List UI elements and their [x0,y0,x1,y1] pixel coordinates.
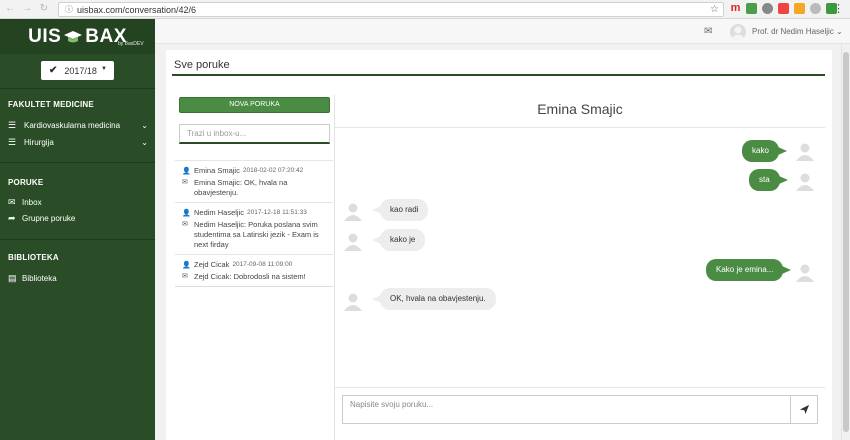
logo-left-text: UIS [28,25,62,47]
conversation-name: Nedim Haseljic [194,208,245,217]
logo[interactable]: UIS BAX by BaxDEV [0,19,155,54]
user-menu[interactable]: Prof. dr Nedim Haseljic ⌄ [752,27,843,36]
conversation-preview: Nedim Haseljic: Poruka poslana svim stud… [194,220,319,249]
sidebar-item-label: Inbox [22,198,42,207]
message-bubble-received: kako je [371,229,426,251]
academic-year-select[interactable]: ✔ 2017/18 ▼ [41,61,114,80]
send-button[interactable] [791,395,818,424]
sidebar-divider [0,162,155,163]
conversation-item[interactable]: 👤 Emina Smajic 2018-02-02 07:20:42 ✉ Emi… [175,160,333,202]
book-icon: ▤ [8,273,17,283]
extension-gray-icon[interactable] [810,3,821,14]
messages-icon[interactable]: ✉ [704,26,712,37]
user-icon: 👤 [182,167,191,175]
graduation-cap-icon [64,30,83,42]
conversation-time: 2018-02-02 07:20:42 [242,167,304,174]
sidebar-item-label: Hirurgija [24,138,54,147]
avatar [344,293,362,311]
sidebar-divider [0,88,155,89]
forward-icon[interactable]: → [20,2,34,16]
section-title-poruke: PORUKE [8,178,44,187]
avatar [344,233,362,251]
user-icon: 👤 [182,261,191,269]
sidebar-item-kardiovaskularna[interactable]: ☰ Kardiovaskularna medicina ⌄ [8,120,148,131]
address-bar[interactable]: ⓘ uisbax.com/conversation/42/6 ☆ [58,2,724,17]
url-text: uisbax.com/conversation/42/6 [77,4,197,15]
user-name: Prof. dr Nedim Haseljic [752,27,834,36]
message-bubble-sent: kako [742,140,787,162]
sidebar-item-label: Biblioteka [22,274,57,283]
message-bubble-received: kao radi [371,199,429,221]
extension-m-icon[interactable]: m [730,3,741,14]
title-underline [172,74,825,76]
scrollbar-thumb[interactable] [843,52,849,432]
user-icon: 👤 [182,209,191,217]
conversation-item[interactable]: 👤 Nedim Haseljic 2017-12-18 11:51:33 ✉ N… [175,202,333,254]
message-bubble-received: OK, hvala na obavjestenju. [372,288,496,310]
logo-subtitle: by BaxDEV [118,41,144,47]
conversation-name: Emina Smajic [194,166,240,175]
extension-orange-icon[interactable] [794,3,805,14]
compose-divider [335,387,825,388]
back-icon[interactable]: ← [3,2,17,16]
conversation-name: Zejd Cicak [194,260,230,269]
sidebar: UIS BAX by BaxDEV ✔ 2017/18 ▼ FAKULTET M… [0,19,155,440]
conversation-list: 👤 Emina Smajic 2018-02-02 07:20:42 ✉ Emi… [175,160,333,287]
avatar [344,203,362,221]
avatar [796,264,814,282]
conversation-preview: Emina Smajic: OK, hvala na obavjestenju. [194,178,288,197]
academic-year-value: 2017/18 [64,65,97,76]
sidebar-divider [0,239,155,240]
share-icon: ➦ [8,213,16,223]
page-title: Sve poruke [174,59,230,71]
conversation-preview: Zejd Cicak: Dobrodosli na sistem! [194,272,306,281]
message-bubble-sent: sta [749,169,788,191]
inbox-search-input[interactable] [179,124,330,144]
page-scrollbar[interactable] [841,44,850,440]
extension-red-icon[interactable] [778,3,789,14]
envelope-icon: ✉ [8,197,16,207]
column-divider [334,95,335,440]
sidebar-item-label: Kardiovaskularna medicina [24,121,121,130]
envelope-icon: ✉ [182,273,188,280]
chevron-down-icon: ⌄ [141,138,148,147]
caret-down-icon: ▼ [101,66,107,72]
chat-header-divider [335,127,825,128]
sidebar-item-biblioteka[interactable]: ▤ Biblioteka [8,273,148,284]
avatar [796,173,814,191]
chat-contact-name: Emina Smajic [537,101,623,117]
bookmark-star-icon[interactable]: ☆ [710,4,719,15]
check-icon: ✔ [49,65,58,76]
send-icon [799,404,809,415]
envelope-icon: ✉ [182,179,188,186]
browser-toolbar: ← → ↻ ⓘ uisbax.com/conversation/42/6 ☆ m… [0,0,850,19]
conversation-time: 2017-09-08 11:09:00 [232,261,293,268]
user-avatar[interactable] [730,24,746,40]
message-bubble-sent: Kako je emina... [706,259,792,281]
list-icon: ☰ [8,120,17,130]
message-compose-input[interactable] [342,395,791,424]
reload-icon[interactable]: ↻ [37,2,51,16]
page-info-icon[interactable]: ⓘ [65,4,73,15]
list-icon: ☰ [8,137,17,147]
section-title-faculty: FAKULTET MEDICINE [8,100,94,109]
browser-menu-icon[interactable]: ⋮ [833,3,844,15]
sidebar-item-grupne-poruke[interactable]: ➦ Grupne poruke [8,213,148,224]
extension-leaf-icon[interactable] [746,3,757,14]
top-header: ✉ Prof. dr Nedim Haseljic ⌄ [155,19,850,44]
sidebar-item-inbox[interactable]: ✉ Inbox [8,197,148,208]
sidebar-item-hirurgija[interactable]: ☰ Hirurgija ⌄ [8,137,148,148]
chevron-down-icon: ⌄ [141,121,148,130]
sidebar-item-label: Grupne poruke [22,214,76,223]
section-title-biblioteka: BIBLIOTEKA [8,253,59,262]
conversation-time: 2017-12-18 11:51:33 [247,209,307,216]
envelope-icon: ✉ [182,221,188,228]
new-message-button[interactable]: NOVA PORUKA [179,97,330,113]
extension-download-icon[interactable] [762,3,773,14]
conversation-item[interactable]: 👤 Zejd Cicak 2017-09-08 11:09:00 ✉ Zejd … [175,254,333,286]
chevron-down-icon: ⌄ [836,27,843,36]
avatar [796,143,814,161]
